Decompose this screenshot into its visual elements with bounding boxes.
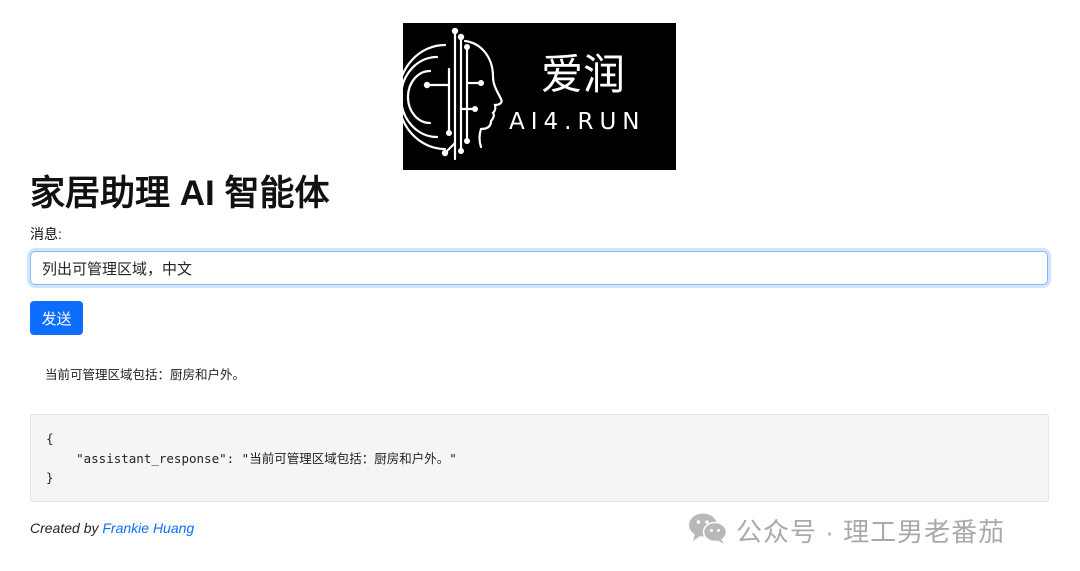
page-title: 家居助理 AI 智能体 <box>30 174 330 213</box>
author-link[interactable]: Frankie Huang <box>102 520 194 536</box>
watermark-text: 公众号 · 理工男老番茄 <box>736 516 1006 547</box>
logo-en-text: AI4.RUN <box>509 109 645 135</box>
logo-cn-text: 爱润 <box>541 50 625 99</box>
json-open-brace: { <box>46 431 54 446</box>
json-close-brace: } <box>46 470 54 485</box>
credit-line: Created by Frankie Huang <box>30 520 194 536</box>
message-label: 消息: <box>30 226 62 242</box>
send-button[interactable]: 发送 <box>30 301 83 335</box>
watermark: 公众号 · 理工男老番茄 <box>688 510 1005 550</box>
message-input[interactable] <box>30 251 1048 285</box>
circuit-head-icon <box>403 29 503 161</box>
json-response-box: { "assistant_response": "当前可管理区域包括：厨房和户外… <box>30 414 1049 502</box>
response-text: 当前可管理区域包括：厨房和户外。 <box>45 368 246 382</box>
wechat-icon <box>688 511 728 550</box>
json-response-line: "assistant_response": "当前可管理区域包括：厨房和户外。" <box>46 451 457 466</box>
ai4run-logo: 爱润 AI4.RUN <box>403 23 676 170</box>
created-by-text: Created by <box>30 520 99 536</box>
logo-graphic: 爱润 AI4.RUN <box>403 27 645 161</box>
